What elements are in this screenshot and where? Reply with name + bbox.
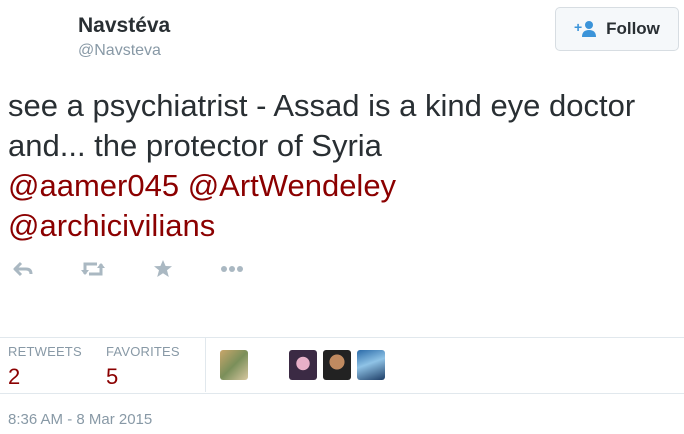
follow-label: Follow xyxy=(606,19,660,38)
svg-text:+: + xyxy=(574,20,582,35)
favorites-stat[interactable]: FAVORITES 5 xyxy=(106,344,180,390)
favorites-count: 5 xyxy=(106,364,119,389)
tweet-body: see a psychiatrist - Assad is a kind eye… xyxy=(8,88,636,163)
tweet-timestamp[interactable]: 8:36 AM - 8 Mar 2015 xyxy=(8,411,152,428)
tweet-header: Navstéva @Navsteva + Follow xyxy=(0,0,684,80)
user-handle[interactable]: @Navsteva xyxy=(78,42,161,60)
reply-icon[interactable] xyxy=(8,254,38,284)
user-display-name[interactable]: Navstéva xyxy=(78,14,170,38)
follow-user-plus-icon: + xyxy=(574,20,598,38)
mention-artwendeley[interactable]: @ArtWendeley xyxy=(188,168,396,203)
favorite-icon[interactable] xyxy=(148,254,178,284)
more-icon[interactable] xyxy=(217,254,247,284)
stats-top-divider xyxy=(0,337,684,338)
retweets-label: RETWEETS xyxy=(8,344,82,359)
stats-vertical-divider xyxy=(205,338,206,392)
avatar[interactable] xyxy=(220,350,248,380)
mention-archicivilians[interactable]: @archicivilians xyxy=(8,208,215,243)
favorites-label: FAVORITES xyxy=(106,344,180,359)
tweet-text: see a psychiatrist - Assad is a kind eye… xyxy=(8,86,668,246)
tweet-actions xyxy=(0,254,684,284)
retweet-icon[interactable] xyxy=(78,254,108,284)
follow-button[interactable]: + Follow xyxy=(555,7,679,51)
mention-aamer045[interactable]: @aamer045 xyxy=(8,168,179,203)
retweets-count: 2 xyxy=(8,364,21,389)
stats-bottom-divider xyxy=(0,393,684,394)
retweets-stat[interactable]: RETWEETS 2 xyxy=(8,344,82,390)
avatar[interactable] xyxy=(357,350,385,380)
avatar[interactable] xyxy=(289,350,317,380)
avatar[interactable] xyxy=(323,350,351,380)
